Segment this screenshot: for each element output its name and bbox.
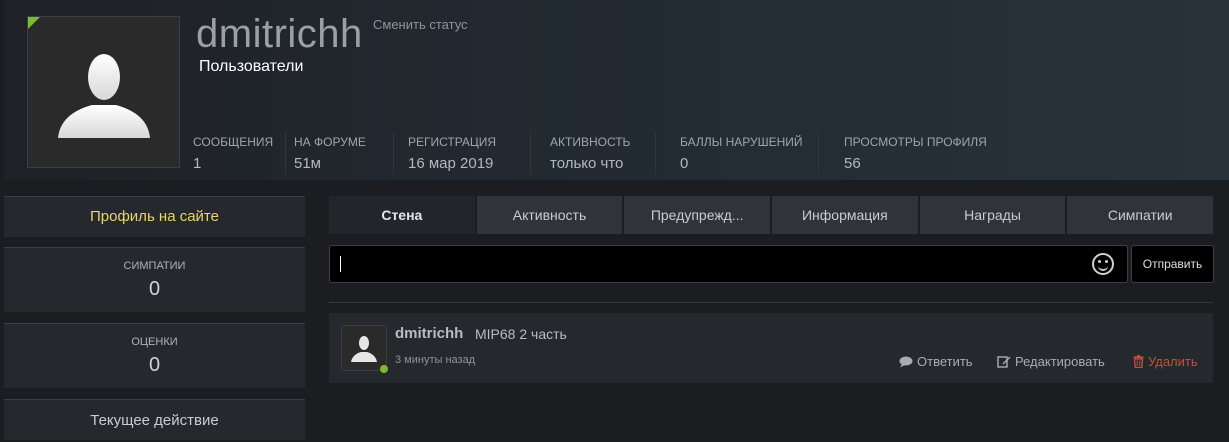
post-timestamp[interactable]: 3 минуты назад <box>395 354 475 366</box>
likes-label: Симпатии <box>123 260 186 272</box>
stat-value: только что <box>550 155 624 172</box>
tab-information[interactable]: Информация <box>772 196 918 234</box>
text-caret <box>340 256 341 272</box>
stat-divider <box>393 132 394 174</box>
delete-label: Удалить <box>1148 354 1198 369</box>
default-avatar-icon <box>351 336 377 362</box>
tab-activity[interactable]: Активность <box>476 196 623 234</box>
stat-value: 0 <box>680 155 689 172</box>
likes-card: Симпатии 0 <box>4 247 305 312</box>
comment-icon <box>899 356 913 367</box>
stat-registration: Регистрация 16 мар 2019 <box>408 135 496 172</box>
wall-post-input[interactable] <box>329 245 1128 283</box>
ratings-card: Оценки 0 <box>4 323 305 388</box>
wall-post <box>329 313 1213 383</box>
divider <box>329 302 1213 303</box>
ratings-count: 0 <box>148 354 161 376</box>
tab-awards[interactable]: Награды <box>919 196 1066 234</box>
stat-value: 16 мар 2019 <box>408 155 494 172</box>
current-action-card: Текущее действие <box>4 399 305 440</box>
stat-divider <box>530 132 531 174</box>
tab-wall[interactable]: Стена <box>329 196 475 234</box>
profile-tabs: Стена Активность Предупрежд... Информаци… <box>329 196 1214 234</box>
post-author-name[interactable]: dmitrichh <box>395 325 463 342</box>
user-group: Пользователи <box>199 58 304 75</box>
tab-warnings[interactable]: Предупрежд... <box>624 196 771 234</box>
stat-activity: Активность только что <box>550 135 630 172</box>
stat-posts: Сообщения 1 <box>193 135 273 172</box>
post-author-avatar[interactable] <box>341 325 387 371</box>
stat-value: 1 <box>193 155 202 172</box>
reply-label: Ответить <box>917 354 973 369</box>
smiley-icon[interactable] <box>1092 253 1114 275</box>
stat-label: Активность <box>550 135 631 149</box>
stat-value: 56 <box>844 155 861 172</box>
profile-on-site-link[interactable]: Профиль на сайте <box>4 196 305 237</box>
stat-label: Сообщения <box>193 135 274 149</box>
stat-profile-views: Просмотры профиля 56 <box>844 135 987 172</box>
reply-button[interactable]: Ответить <box>899 354 973 369</box>
likes-count: 0 <box>148 278 161 300</box>
profile-avatar[interactable] <box>27 16 180 168</box>
edit-icon <box>997 356 1011 368</box>
stat-label: На форуме <box>294 135 366 149</box>
delete-button[interactable]: Удалить <box>1133 354 1198 369</box>
post-text: MIP68 2 часть <box>475 326 567 342</box>
edit-label: Редактировать <box>1015 354 1105 369</box>
online-dot <box>380 365 388 373</box>
stat-label: Просмотры профиля <box>844 135 987 149</box>
stat-online-time: На форуме 51м <box>294 135 366 172</box>
send-button[interactable]: Отправить <box>1131 245 1214 283</box>
stat-label: Баллы нарушений <box>680 135 803 149</box>
ratings-label: Оценки <box>131 336 178 348</box>
edit-button[interactable]: Редактировать <box>997 354 1105 369</box>
stat-value: 51м <box>294 155 321 172</box>
profile-username: dmitrichh <box>196 12 363 56</box>
default-avatar-icon <box>58 54 150 138</box>
stat-divider <box>285 132 286 174</box>
tab-likes[interactable]: Симпатии <box>1067 196 1214 234</box>
stat-divider <box>818 132 819 174</box>
trash-icon <box>1133 355 1144 368</box>
stat-warning-points: Баллы нарушений 0 <box>680 135 803 172</box>
stat-label: Регистрация <box>408 135 497 149</box>
change-status-link[interactable]: Сменить статус <box>373 17 468 32</box>
stat-divider <box>655 132 656 174</box>
